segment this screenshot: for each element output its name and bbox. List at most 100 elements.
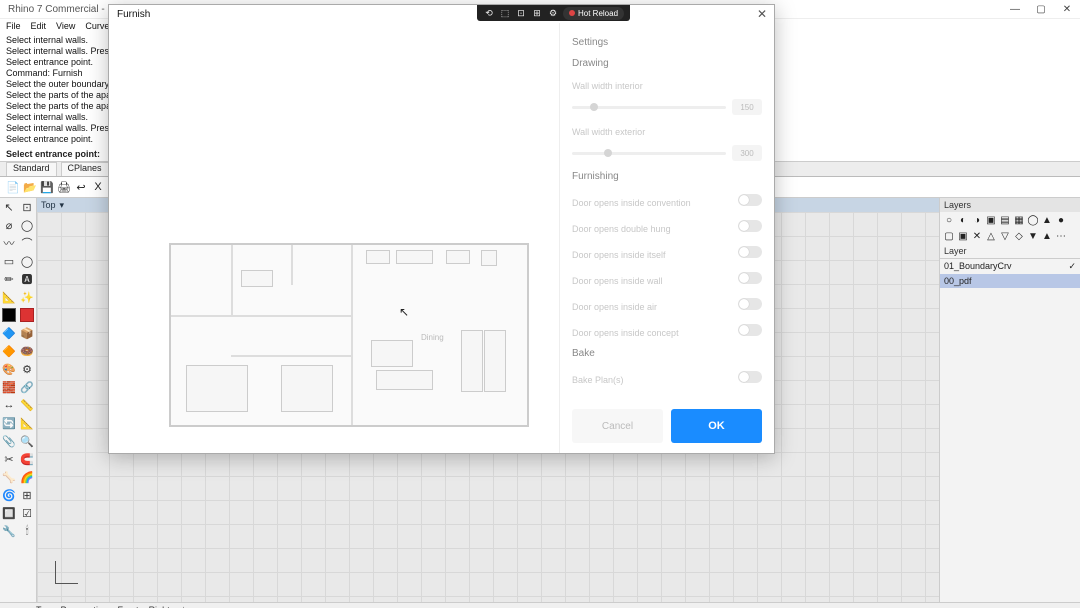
layer-ico[interactable]: ◑ (971, 214, 983, 226)
swatch-red[interactable] (18, 306, 36, 324)
viewport-name: Top (41, 200, 56, 210)
ok-button[interactable]: OK (671, 409, 762, 443)
lasso-icon[interactable]: ⊡ (18, 198, 36, 216)
wall-interior-value[interactable]: 150 (732, 99, 762, 115)
menu-edit[interactable]: Edit (31, 21, 47, 31)
wall-exterior-value[interactable]: 300 (732, 145, 762, 161)
toggle-switch[interactable] (738, 324, 762, 336)
chevron-down-icon[interactable]: ▾ (60, 200, 65, 211)
gear-icon[interactable]: ⚙ (18, 360, 36, 378)
frame-icon[interactable]: 🔲 (0, 504, 18, 522)
layer-ico[interactable]: ▽ (999, 230, 1011, 242)
toggle-switch[interactable] (738, 298, 762, 310)
dialog-close-button[interactable]: ✕ (750, 5, 774, 23)
arc-icon[interactable]: ⌒ (18, 234, 36, 252)
candle-icon[interactable]: 🕯 (18, 522, 36, 540)
tab-add-icon[interactable]: ✦ (180, 605, 188, 608)
layer-ico[interactable]: ▼ (1027, 230, 1039, 242)
new-icon[interactable]: 📄 (6, 180, 20, 194)
bend-icon[interactable]: 🦴 (0, 468, 18, 486)
open-icon[interactable]: 📂 (23, 180, 37, 194)
dialog-titlebar[interactable]: Furnish ⟲ ⬚ ⊡ ⊞ ⚙ Hot Reload ✕ (109, 5, 774, 23)
undo-icon[interactable]: ↩ (74, 180, 88, 194)
curve-icon[interactable]: 〰 (0, 234, 18, 252)
debug-icon[interactable]: ⊞ (531, 7, 543, 19)
cancel-button[interactable]: Cancel (572, 409, 663, 443)
snap-icon[interactable]: 🧲 (18, 450, 36, 468)
mesh-icon[interactable]: 🧱 (0, 378, 18, 396)
layer-ico[interactable]: ▤ (999, 214, 1011, 226)
layer-ico[interactable]: ▲ (1041, 214, 1053, 226)
rect-icon[interactable]: ▭ (0, 252, 18, 270)
join-icon[interactable]: 🔗 (18, 378, 36, 396)
rotate-icon[interactable]: 🔄 (0, 414, 18, 432)
debug-icon[interactable]: ⬚ (499, 7, 511, 19)
toggle-switch[interactable] (738, 220, 762, 232)
toggle-switch[interactable] (738, 371, 762, 383)
toggle-switch[interactable] (738, 194, 762, 206)
layer-ico[interactable]: ▲ (1041, 230, 1053, 242)
paint-icon[interactable]: 🎨 (0, 360, 18, 378)
menu-view[interactable]: View (56, 21, 75, 31)
align-icon[interactable]: 📐 (18, 414, 36, 432)
render-icon[interactable]: 🌈 (18, 468, 36, 486)
layer-ico[interactable]: ▣ (957, 230, 969, 242)
toggle-switch[interactable] (738, 272, 762, 284)
toolbar-tab-cplanes[interactable]: CPlanes (61, 162, 109, 176)
layer-ico[interactable]: ● (1055, 214, 1067, 226)
layer-ico[interactable]: ◯ (1027, 214, 1039, 226)
torus-icon[interactable]: 🍩 (18, 342, 36, 360)
spiral-icon[interactable]: 🌀 (0, 486, 18, 504)
menu-file[interactable]: File (6, 21, 21, 31)
layer-ico[interactable]: ▦ (1013, 214, 1025, 226)
attach-icon[interactable]: 📎 (0, 432, 18, 450)
text-icon[interactable]: 🅰 (18, 270, 36, 288)
toolbar-tab-standard[interactable]: Standard (6, 162, 57, 176)
circle-icon[interactable]: ⌀ (0, 216, 18, 234)
layer-ico[interactable]: ◇ (1013, 230, 1025, 242)
layer-row[interactable]: 00_pdf (940, 274, 1080, 288)
debug-icon[interactable]: ⊡ (515, 7, 527, 19)
zoom-icon[interactable]: 🔍 (18, 432, 36, 450)
hot-reload-pill[interactable]: Hot Reload (563, 7, 624, 20)
ellipse-icon[interactable]: ◯ (18, 216, 36, 234)
wrench-icon[interactable]: 🔧 (0, 522, 18, 540)
box-icon[interactable]: 📦 (18, 324, 36, 342)
layer-ico[interactable]: ○ (943, 214, 955, 226)
layer-row[interactable]: 01_BoundaryCrv ✓ (940, 259, 1080, 274)
save-icon[interactable]: 💾 (40, 180, 54, 194)
layer-ico[interactable]: ✕ (971, 230, 983, 242)
grid-icon[interactable]: ⊞ (18, 486, 36, 504)
hot-dot-icon (569, 10, 575, 16)
check-icon[interactable]: ☑ (18, 504, 36, 522)
cut-icon[interactable]: X (91, 180, 105, 194)
layer-ico[interactable]: ◐ (957, 214, 969, 226)
gem-icon[interactable]: 🔶 (0, 342, 18, 360)
toggle-switch[interactable] (738, 246, 762, 258)
sketch-icon[interactable]: ✏ (0, 270, 18, 288)
wall-exterior-slider[interactable] (572, 152, 726, 155)
polygon-icon[interactable]: ◯ (18, 252, 36, 270)
layer-ico[interactable]: ▢ (943, 230, 955, 242)
dim-icon[interactable]: 📐 (0, 288, 18, 306)
layers-title: Layers (940, 198, 1080, 212)
layers-toolbar-2: ▢ ▣ ✕ △ ▽ ◇ ▼ ▲ ⋯ (940, 228, 1080, 244)
menu-curve[interactable]: Curve (85, 21, 109, 31)
layer-ico[interactable]: △ (985, 230, 997, 242)
measure-icon[interactable]: 📏 (18, 396, 36, 414)
wall-interior-slider[interactable] (572, 106, 726, 109)
move-icon[interactable]: ↔ (0, 396, 18, 414)
debug-icon[interactable]: ⟲ (483, 7, 495, 19)
solid-icon[interactable]: 🔷 (0, 324, 18, 342)
gear-icon[interactable]: ⚙ (547, 7, 559, 19)
layer-ico[interactable]: ⋯ (1055, 230, 1067, 242)
print-icon[interactable]: 🖨 (57, 180, 71, 194)
swatch-black[interactable] (0, 306, 18, 324)
layer-ico[interactable]: ▣ (985, 214, 997, 226)
window-maximize-button[interactable]: ▢ (1028, 0, 1054, 18)
trim-icon[interactable]: ✂ (0, 450, 18, 468)
star-icon[interactable]: ✨ (18, 288, 36, 306)
window-close-button[interactable]: ✕ (1054, 0, 1080, 18)
select-icon[interactable]: ↖ (0, 198, 18, 216)
window-minimize-button[interactable]: — (1002, 0, 1028, 18)
